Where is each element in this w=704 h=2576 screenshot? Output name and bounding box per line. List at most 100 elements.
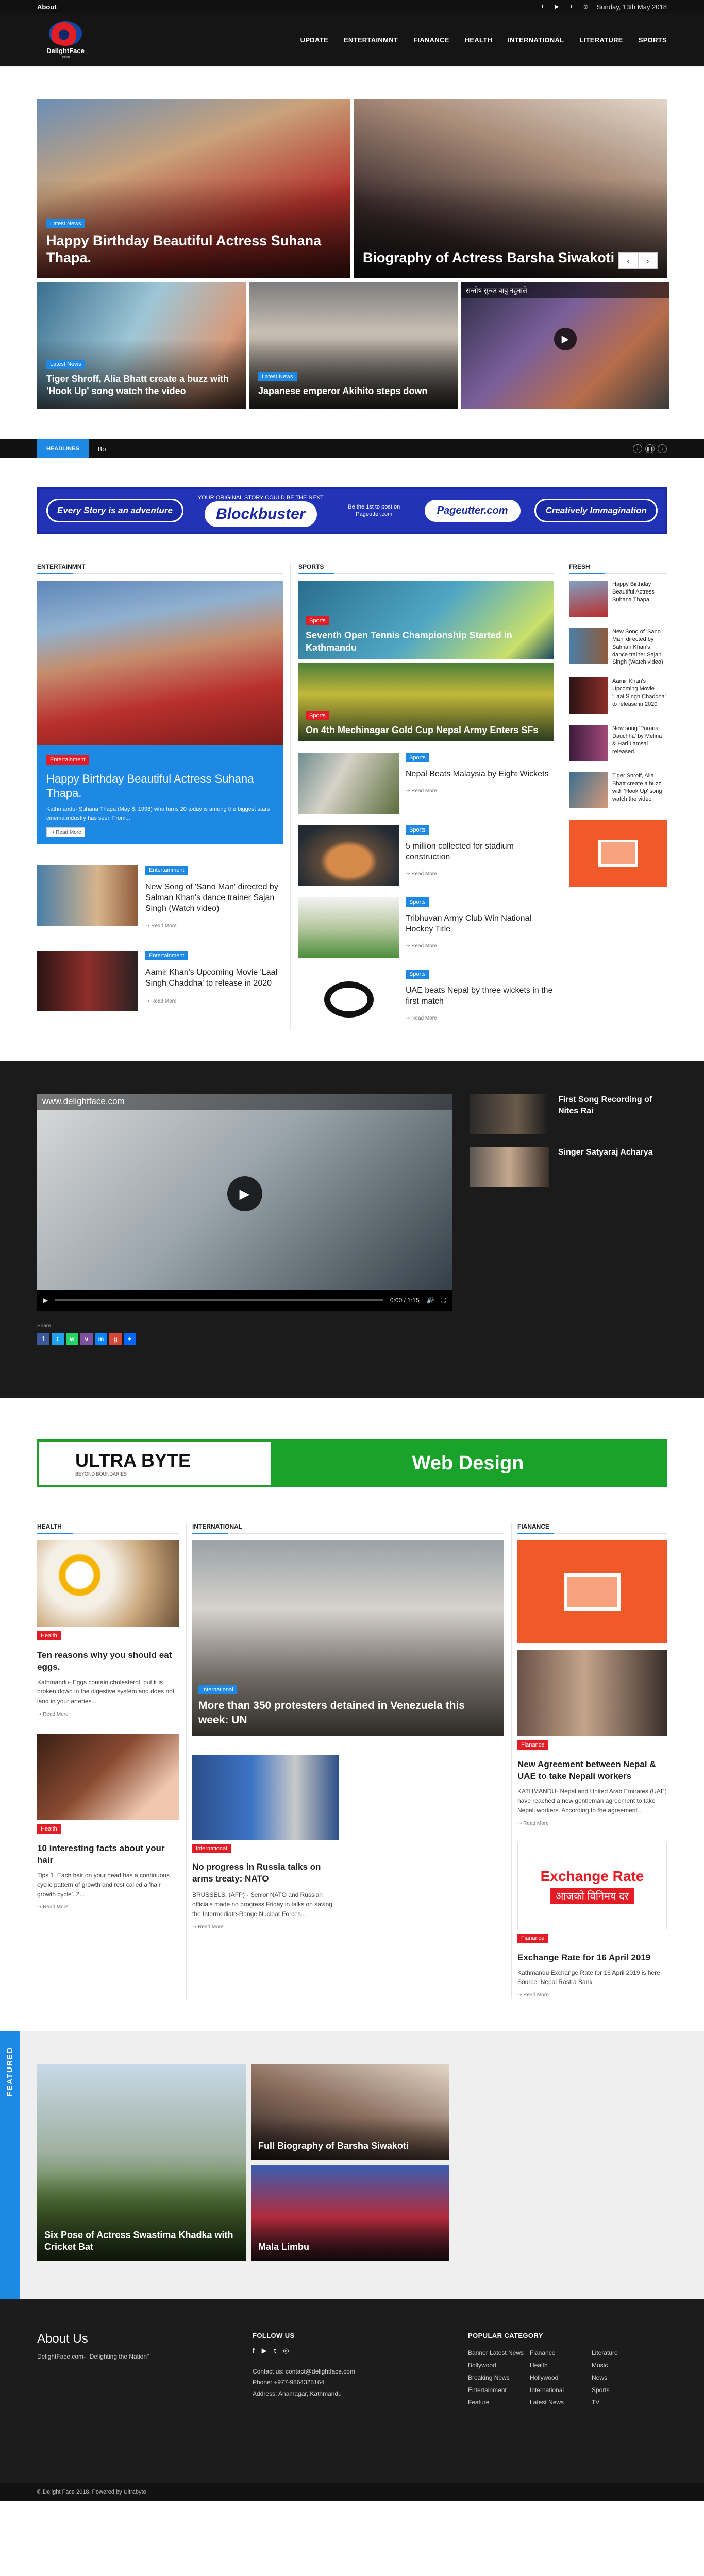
list-item[interactable]: Happy Birthday Beautiful Actress Suhana … [569, 581, 667, 617]
ultrabyte-ad-banner[interactable]: ULTRA BYTE BEYOND BOUNDARIES Web Design [37, 1439, 667, 1487]
list-item[interactable]: Fianance New Agreement between Nepal & U… [517, 1540, 667, 1827]
international-feature[interactable]: International More than 350 protesters d… [192, 1540, 504, 1736]
play-button[interactable]: ▶ [43, 1297, 48, 1304]
nav-health[interactable]: HEALTH [465, 36, 493, 44]
article-title[interactable]: No progress in Russia talks on arms trea… [192, 1861, 339, 1885]
article-title[interactable]: New Song of 'Sano Man' directed by Salma… [145, 882, 283, 914]
article-title[interactable]: UAE beats Nepal by three wickets in the … [406, 986, 554, 1007]
fullscreen-icon[interactable]: ⛶ [442, 1297, 446, 1304]
facebook-icon[interactable]: f [253, 2347, 255, 2355]
ticker-prev-button[interactable]: ‹ [633, 444, 642, 453]
about-link[interactable]: About [37, 3, 57, 11]
category-link[interactable]: Hollywood [530, 2371, 592, 2384]
list-item[interactable]: Entertainment New Song of 'Sano Man' dir… [37, 865, 283, 930]
article-title[interactable]: Happy Birthday Beautiful Actress Suhana … [612, 581, 667, 617]
video-item-title[interactable]: Singer Satyaraj Acharya [558, 1147, 653, 1187]
category-link[interactable]: Music [592, 2359, 653, 2371]
instagram-icon[interactable]: ◎ [283, 2347, 289, 2355]
list-item[interactable]: International No progress in Russia talk… [192, 1755, 504, 1931]
article-title[interactable]: Nepal Beats Malaysia by Eight Wickets [406, 769, 548, 780]
nav-literature[interactable]: LITERATURE [579, 36, 623, 44]
list-item[interactable]: New song 'Parana Dauchha' by Melina & Ha… [569, 725, 667, 761]
read-more-button[interactable]: ⇢ Read More [192, 1924, 224, 1930]
read-more-button[interactable]: ⇢ Read More [37, 1711, 69, 1717]
category-link[interactable]: Entertainment [468, 2384, 530, 2396]
article-title[interactable]: Aamir Khan's Upcoming Movie 'Laal Singh … [145, 968, 283, 989]
category-link[interactable]: Feature [468, 2396, 530, 2409]
play-icon[interactable]: ▶ [227, 1176, 262, 1212]
category-link[interactable]: Sports [592, 2384, 653, 2396]
video-list-item[interactable]: First Song Recording of Nites Rai [470, 1094, 665, 1134]
nav-finance[interactable]: FIANANCE [413, 36, 449, 44]
list-item[interactable]: New Song of 'Sano Man' directed by Salma… [569, 628, 667, 666]
category-link[interactable]: TV [592, 2396, 653, 2409]
category-link[interactable]: News [592, 2371, 653, 2384]
list-item[interactable]: Sports Tribhuvan Army Club Win National … [298, 897, 554, 958]
read-more-button[interactable]: ⇢ Read More [145, 998, 177, 1004]
list-item[interactable]: Exchange Rate आजको विनिमय दर Fianance Ex… [517, 1842, 667, 1999]
hero-small-1[interactable]: Latest News Tiger Shroff, Alia Bhatt cre… [37, 282, 246, 409]
category-link[interactable]: Fianance [530, 2347, 592, 2359]
read-more-button[interactable]: ⇢ Read More [145, 923, 177, 929]
progress-track[interactable] [55, 1299, 383, 1301]
hero-main-right[interactable]: Biography of Actress Barsha Siwakoti ‹ › [354, 99, 667, 278]
featured-card[interactable]: Mala Limbu [251, 2164, 449, 2261]
read-more-button[interactable]: ⇢ Read More [37, 1904, 69, 1910]
site-logo[interactable]: DelightFace .com [37, 21, 94, 59]
instagram-icon[interactable]: ◎ [582, 3, 590, 10]
nav-update[interactable]: UPDATE [300, 36, 328, 44]
video-player[interactable]: www.delightface.com ▶ ▶ 0:00 / 1:15 🔊 ⛶ [37, 1094, 452, 1311]
sports-feature[interactable]: Sports On 4th Mechinagar Gold Cup Nepal … [298, 663, 554, 741]
facebook-icon[interactable]: f [539, 3, 546, 10]
article-title[interactable]: New Song of 'Sano Man' directed by Salma… [612, 628, 667, 666]
whatsapp-share-icon[interactable]: w [66, 1333, 78, 1345]
ticker-next-button[interactable]: › [658, 444, 667, 453]
feature-title[interactable]: Happy Birthday Beautiful Actress Suhana … [46, 772, 274, 800]
entertainment-feature[interactable]: Entertainment Happy Birthday Beautiful A… [37, 581, 283, 844]
article-title[interactable]: Tiger Shroff, Alia Bhatt create a buzz w… [612, 772, 667, 808]
category-link[interactable]: Bollywood [468, 2359, 530, 2371]
facebook-share-icon[interactable]: f [37, 1333, 49, 1345]
list-item[interactable]: Aamir Khan's Upcoming Movie 'Laal Singh … [569, 677, 667, 714]
list-item[interactable]: Entertainment Aamir Khan's Upcoming Movi… [37, 951, 283, 1012]
viber-share-icon[interactable]: v [80, 1333, 93, 1345]
gmail-share-icon[interactable]: g [109, 1333, 122, 1345]
play-icon[interactable]: ▶ [554, 328, 577, 351]
list-item[interactable]: Sports Nepal Beats Malaysia by Eight Wic… [298, 753, 554, 814]
category-link[interactable]: International [530, 2384, 592, 2396]
read-more-button[interactable]: ⇢ Read More [406, 1015, 437, 1021]
read-more-button[interactable]: ⇢ Read More [406, 943, 437, 949]
hero-video-card[interactable]: सन्तोष सुन्दर बाबु नहुनाले ▶ [461, 282, 669, 409]
volume-icon[interactable]: 🔊 [427, 1297, 434, 1304]
twitter-icon[interactable]: t [274, 2347, 276, 2355]
next-slide-button[interactable]: › [638, 252, 658, 269]
category-link[interactable]: Health [530, 2359, 592, 2371]
more-share-icon[interactable]: + [124, 1333, 136, 1345]
sports-feature[interactable]: Sports Seventh Open Tennis Championship … [298, 581, 554, 659]
prev-slide-button[interactable]: ‹ [618, 252, 638, 269]
featured-card[interactable]: Full Biography of Barsha Siwakoti [251, 2063, 449, 2160]
read-more-button[interactable]: ⇢ Read More [406, 871, 437, 877]
footer-contact[interactable]: Contact us: contact@delightface.com [253, 2366, 468, 2378]
read-more-button[interactable]: ⇢ Read More [46, 827, 85, 837]
category-link[interactable]: Literature [592, 2347, 653, 2359]
youtube-icon[interactable]: ▶ [262, 2347, 267, 2355]
article-title[interactable]: Exchange Rate for 16 April 2019 [517, 1952, 667, 1964]
youtube-icon[interactable]: ▶ [554, 3, 561, 10]
list-item[interactable]: Sports 5 million collected for stadium c… [298, 825, 554, 886]
category-link[interactable]: Breaking News [468, 2371, 530, 2384]
nav-entertainment[interactable]: ENTERTAINMNT [344, 36, 398, 44]
article-title[interactable]: 5 million collected for stadium construc… [406, 841, 554, 863]
category-link[interactable]: Banner Latest News [468, 2347, 530, 2359]
twitter-icon[interactable]: t [568, 3, 575, 10]
article-title[interactable]: Ten reasons why you should eat eggs. [37, 1650, 179, 1673]
article-title[interactable]: Tribhuvan Army Club Win National Hockey … [406, 913, 554, 935]
featured-card[interactable]: Six Pose of Actress Swastima Khadka with… [37, 2063, 246, 2261]
article-title[interactable]: New Agreement between Nepal & UAE to tak… [517, 1759, 667, 1783]
article-title[interactable]: 10 interesting facts about your hair [37, 1843, 179, 1867]
nav-sports[interactable]: SPORTS [639, 36, 667, 44]
ticker-pause-button[interactable]: ❚❚ [645, 444, 655, 453]
messenger-share-icon[interactable]: m [95, 1333, 107, 1345]
category-link[interactable]: Latest News [530, 2396, 592, 2409]
envelope-ad[interactable] [569, 820, 667, 887]
